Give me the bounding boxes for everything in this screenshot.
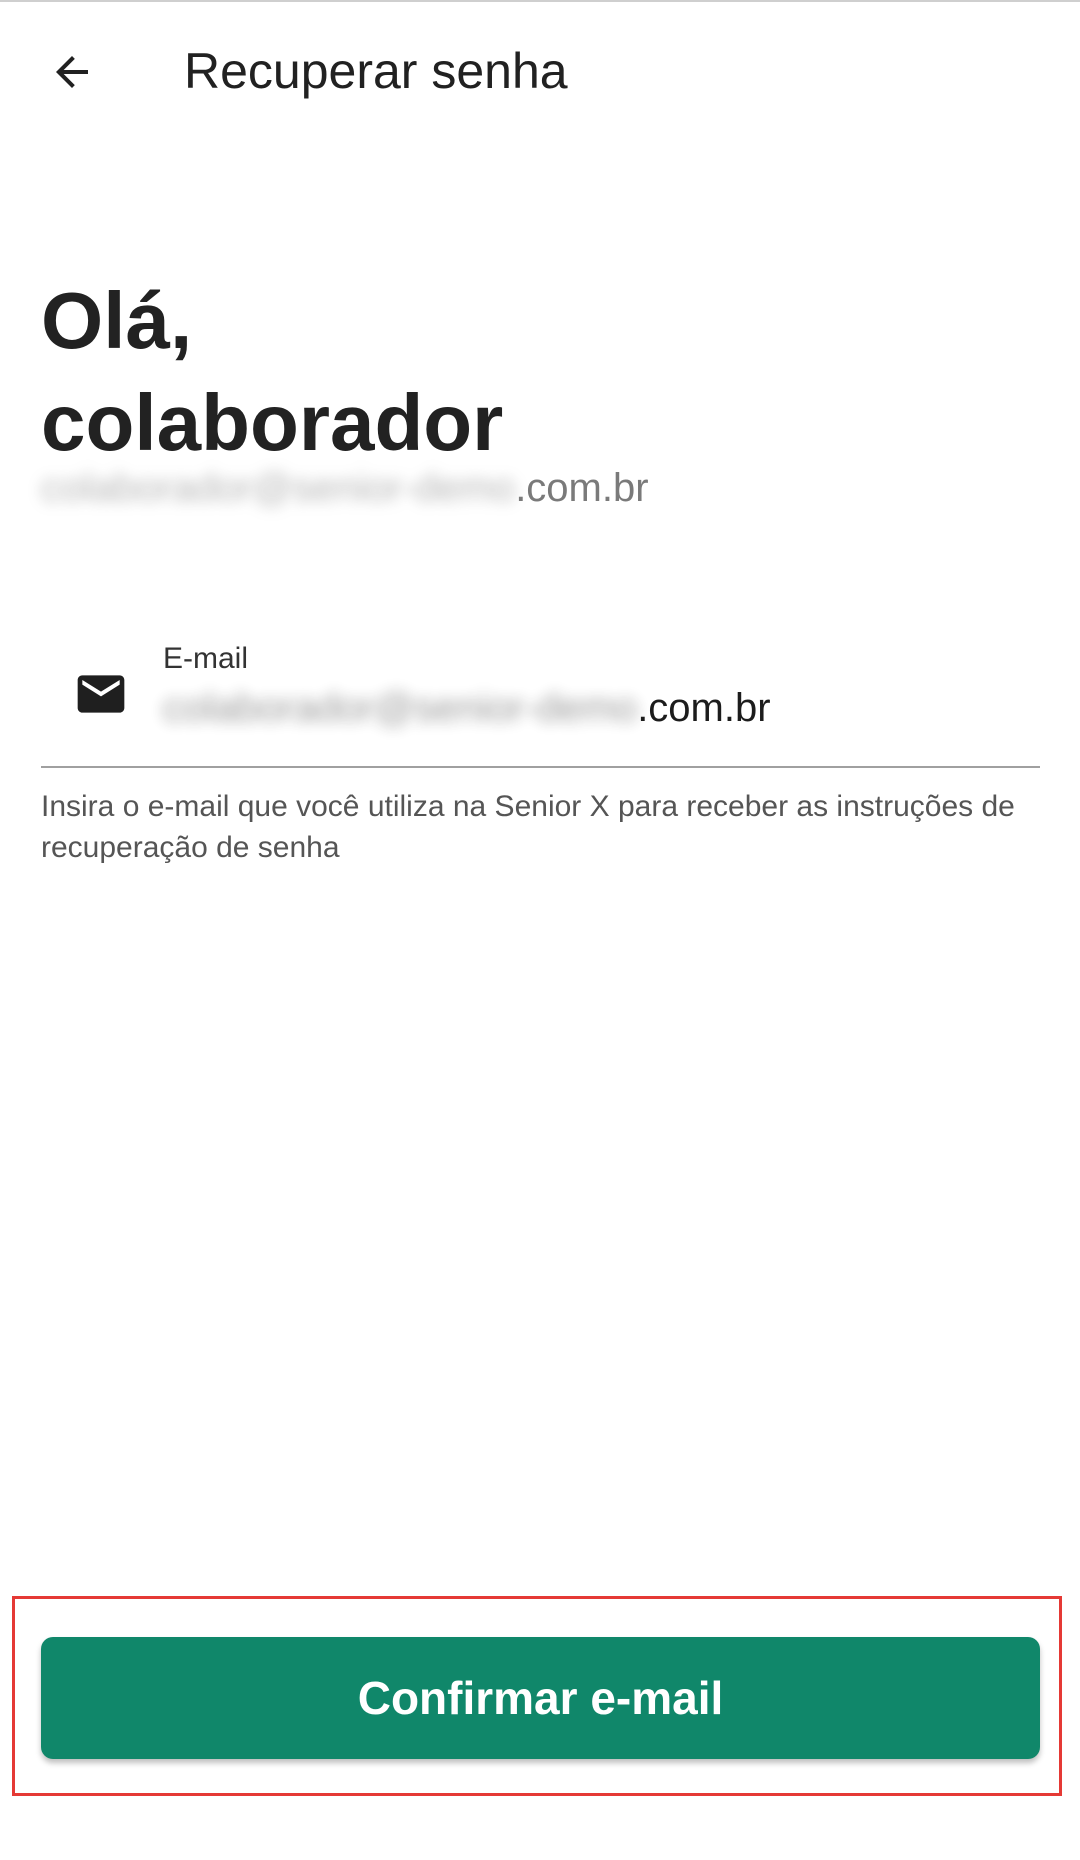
greeting-line-name: colaborador bbox=[41, 378, 504, 467]
email-field[interactable]: E-mail colaborador@senior-demo .com.br bbox=[41, 630, 1040, 768]
app-bar: Recuperar senha bbox=[0, 2, 1080, 148]
confirm-email-label: Confirmar e-mail bbox=[357, 1672, 724, 1724]
email-input-redacted: colaborador@senior-demo bbox=[163, 686, 638, 730]
email-input[interactable]: colaborador@senior-demo .com.br bbox=[163, 686, 1023, 746]
page-title: Recuperar senha bbox=[184, 43, 568, 99]
account-email-redacted: colaborador@senior-demo bbox=[41, 466, 516, 510]
arrow-left-icon bbox=[56, 56, 88, 88]
email-field-label: E-mail bbox=[163, 642, 249, 675]
mail-icon bbox=[77, 675, 125, 713]
account-email-domain: .com.br bbox=[515, 466, 649, 510]
account-email: colaborador@senior-demo .com.br bbox=[41, 466, 649, 511]
greeting-heading: Olá, colaborador bbox=[41, 270, 503, 474]
greeting-line-hello: Olá, bbox=[41, 276, 193, 365]
email-helper-text: Insira o e-mail que você utiliza na Seni… bbox=[41, 790, 1015, 864]
confirm-email-button[interactable]: Confirmar e-mail bbox=[41, 1637, 1040, 1759]
back-button[interactable] bbox=[30, 30, 114, 114]
email-input-domain: .com.br bbox=[637, 686, 771, 730]
